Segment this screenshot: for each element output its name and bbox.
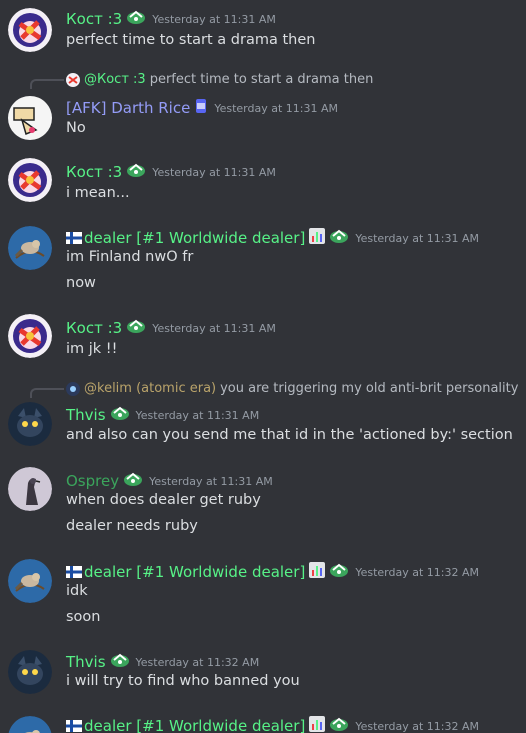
avatar[interactable] xyxy=(8,467,52,511)
nitro-badge-icon xyxy=(329,716,349,733)
author-name[interactable]: Thvis xyxy=(66,406,106,424)
message: Кост :3 Yesterday at 11:31 AM i mean... xyxy=(0,152,526,216)
reply-spine xyxy=(30,388,64,398)
message: Thvis Yesterday at 11:32 AM i will try t… xyxy=(0,644,526,706)
author-name[interactable]: Thvis xyxy=(66,653,106,671)
avatar[interactable] xyxy=(8,716,52,733)
avatar[interactable] xyxy=(8,650,52,694)
message-text: No xyxy=(66,120,86,136)
timestamp[interactable]: Yesterday at 11:31 AM xyxy=(152,13,276,26)
author-name[interactable]: dealer [#1 Worldwide dealer] xyxy=(84,563,305,581)
reply-author[interactable]: @kelim (atomic era) xyxy=(84,381,216,396)
avatar[interactable] xyxy=(8,96,52,140)
jar-badge-icon xyxy=(194,97,208,119)
nitro-badge-icon xyxy=(329,228,349,248)
message-text: im jk !! xyxy=(66,341,118,357)
avatar[interactable] xyxy=(8,158,52,202)
timestamp[interactable]: Yesterday at 11:31 AM xyxy=(149,475,273,488)
message-text: dealer needs ruby xyxy=(66,518,198,534)
reply-avatar-icon xyxy=(66,381,80,396)
author-name[interactable]: Кост :3 xyxy=(66,319,122,337)
finland-flag-icon xyxy=(66,566,82,578)
reply-avatar-icon xyxy=(66,72,80,87)
message-text: and also can you send me that id in the … xyxy=(66,427,513,443)
message-text: now xyxy=(66,275,96,291)
message: dealer [#1 Worldwide dealer] Yesterday a… xyxy=(0,218,526,304)
message-reply: @Кост :3 perfect time to start a drama t… xyxy=(0,66,526,146)
reply-text: you are triggering my old anti-brit pers… xyxy=(220,381,519,396)
nitro-badge-icon xyxy=(110,652,130,672)
reply-preview[interactable]: @Кост :3 perfect time to start a drama t… xyxy=(66,72,373,87)
message: Кост :3 Yesterday at 11:31 AM im jk !! xyxy=(0,308,526,372)
finland-flag-icon xyxy=(66,232,82,244)
chart-badge-icon xyxy=(309,228,326,248)
nitro-badge-icon xyxy=(123,471,143,491)
message-text: idk xyxy=(66,583,88,599)
reply-spine xyxy=(30,79,64,89)
message: dealer [#1 Worldwide dealer] Yesterday a… xyxy=(0,708,526,733)
nitro-badge-icon xyxy=(329,562,349,582)
nitro-badge-icon xyxy=(110,405,130,425)
avatar[interactable] xyxy=(8,8,52,52)
timestamp[interactable]: Yesterday at 11:32 AM xyxy=(355,720,479,733)
author-name[interactable]: Кост :3 xyxy=(66,163,122,181)
timestamp[interactable]: Yesterday at 11:32 AM xyxy=(355,566,479,579)
message: dealer [#1 Worldwide dealer] Yesterday a… xyxy=(0,552,526,638)
reply-preview[interactable]: @kelim (atomic era) you are triggering m… xyxy=(66,381,518,396)
message-text: when does dealer get ruby xyxy=(66,492,261,508)
avatar[interactable] xyxy=(8,559,52,603)
author-name[interactable]: dealer [#1 Worldwide dealer] xyxy=(84,717,305,733)
nitro-badge-icon xyxy=(126,9,146,29)
message-text: i will try to find who banned you xyxy=(66,673,300,689)
author-name[interactable]: [AFK] Darth Rice xyxy=(66,99,190,117)
timestamp[interactable]: Yesterday at 11:31 AM xyxy=(214,102,338,115)
chart-badge-icon xyxy=(309,716,326,733)
avatar[interactable] xyxy=(8,314,52,358)
author-name[interactable]: Osprey xyxy=(66,472,119,490)
timestamp[interactable]: Yesterday at 11:31 AM xyxy=(152,166,276,179)
avatar[interactable] xyxy=(8,226,52,270)
timestamp[interactable]: Yesterday at 11:31 AM xyxy=(355,232,479,245)
message-text: soon xyxy=(66,609,101,625)
message-text: i mean... xyxy=(66,185,130,201)
nitro-badge-icon xyxy=(126,162,146,182)
message-text: perfect time to start a drama then xyxy=(66,32,316,48)
message-reply: @kelim (atomic era) you are triggering m… xyxy=(0,374,526,454)
nitro-badge-icon xyxy=(126,318,146,338)
message: Кост :3 Yesterday at 11:31 AM perfect ti… xyxy=(0,0,526,64)
avatar[interactable] xyxy=(8,402,52,446)
author-name[interactable]: Кост :3 xyxy=(66,10,122,28)
timestamp[interactable]: Yesterday at 11:31 AM xyxy=(152,322,276,335)
reply-text: perfect time to start a drama then xyxy=(149,72,374,87)
chart-badge-icon xyxy=(309,562,326,582)
reply-author[interactable]: @Кост :3 xyxy=(84,72,146,87)
author-name[interactable]: dealer [#1 Worldwide dealer] xyxy=(84,229,305,247)
timestamp[interactable]: Yesterday at 11:32 AM xyxy=(136,656,260,669)
message: Osprey Yesterday at 11:31 AM when does d… xyxy=(0,462,526,548)
message-text: im Finland nwO fr xyxy=(66,249,194,265)
finland-flag-icon xyxy=(66,720,82,732)
timestamp[interactable]: Yesterday at 11:31 AM xyxy=(136,409,260,422)
